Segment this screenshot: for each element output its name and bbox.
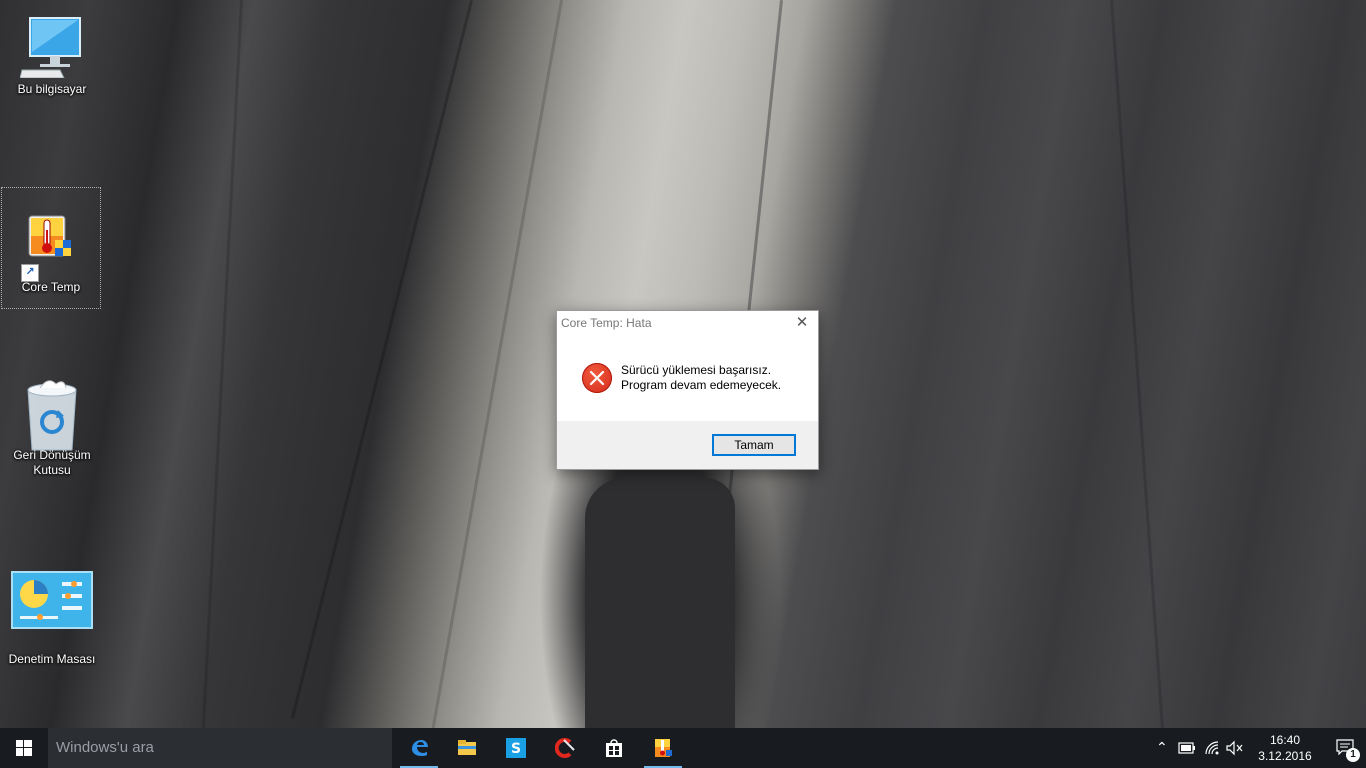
desktop-icon-core-temp[interactable]: ↗ Core Temp (1, 187, 101, 309)
message-line: Program devam edemeyecek. (621, 378, 782, 392)
desktop-icon-label: Core Temp (21, 280, 81, 294)
taskbar: Windows'u ara S ⌃ 16:40 3.12.2016 1 (0, 728, 1366, 768)
battery-icon[interactable] (1178, 742, 1196, 754)
chevron-up-icon[interactable]: ⌃ (1156, 739, 1168, 756)
error-icon (582, 363, 612, 393)
edge-icon (412, 740, 428, 756)
desktop-icon-recycle-bin[interactable]: Geri Dönüşüm Kutusu (7, 376, 97, 478)
windows-logo-icon (16, 740, 32, 756)
desktop-icon-control-panel[interactable]: Denetim Masası (7, 570, 97, 667)
error-dialog: Core Temp: Hata ✕ Sürücü yüklemesi başar… (556, 310, 819, 470)
search-box[interactable]: Windows'u ara (48, 728, 392, 768)
wifi-icon[interactable] (1204, 740, 1220, 756)
ccleaner-icon (555, 738, 575, 758)
close-button[interactable]: ✕ (786, 311, 818, 335)
file-explorer-icon (458, 740, 476, 755)
clock-date: 3.12.2016 (1258, 749, 1312, 763)
dialog-body: Sürücü yüklemesi başarısız. Program deva… (557, 335, 818, 419)
desktop-icon-label: Geri Dönüşüm Kutusu (13, 448, 91, 477)
taskbar-app-core-temp[interactable] (644, 728, 682, 768)
taskbar-app-store[interactable] (595, 728, 633, 768)
taskbar-app-skype[interactable]: S (497, 728, 535, 768)
taskbar-app-edge[interactable] (400, 728, 438, 768)
clock-time: 16:40 (1269, 733, 1301, 747)
close-icon: ✕ (795, 314, 809, 331)
desktop-icon-label: Denetim Masası (8, 652, 96, 666)
desktop-icon-label: Bu bilgisayar (17, 82, 87, 96)
skype-icon: S (506, 738, 526, 758)
taskbar-clock[interactable]: 16:40 3.12.2016 (1250, 732, 1320, 764)
message-line: Sürücü yüklemesi başarısız. (621, 363, 772, 377)
computer-icon (19, 14, 84, 79)
core-temp-icon: ↗ (19, 212, 83, 282)
store-icon (606, 739, 622, 757)
taskbar-app-ccleaner[interactable] (546, 728, 584, 768)
volume-muted-icon[interactable] (1226, 740, 1244, 756)
dialog-footer: Tamam (557, 421, 818, 469)
notification-count-badge: 1 (1346, 748, 1360, 762)
search-placeholder: Windows'u ara (56, 739, 154, 756)
control-panel-icon (10, 570, 94, 630)
dialog-titlebar[interactable]: Core Temp: Hata ✕ (557, 311, 818, 335)
recycle-bin-icon (20, 376, 84, 451)
ok-button[interactable]: Tamam (712, 434, 796, 456)
system-tray: ⌃ (1152, 728, 1252, 768)
dialog-title: Core Temp: Hata (561, 316, 652, 330)
desktop-icon-this-pc[interactable]: Bu bilgisayar (7, 14, 97, 97)
action-center-button[interactable]: 1 (1322, 728, 1366, 768)
svg-text:S: S (511, 741, 521, 757)
shortcut-arrow-icon: ↗ (21, 264, 39, 282)
start-button[interactable] (0, 728, 48, 768)
dialog-message: Sürücü yüklemesi başarısız. Program deva… (621, 363, 781, 393)
core-temp-icon (655, 739, 672, 757)
taskbar-app-explorer[interactable] (448, 728, 486, 768)
